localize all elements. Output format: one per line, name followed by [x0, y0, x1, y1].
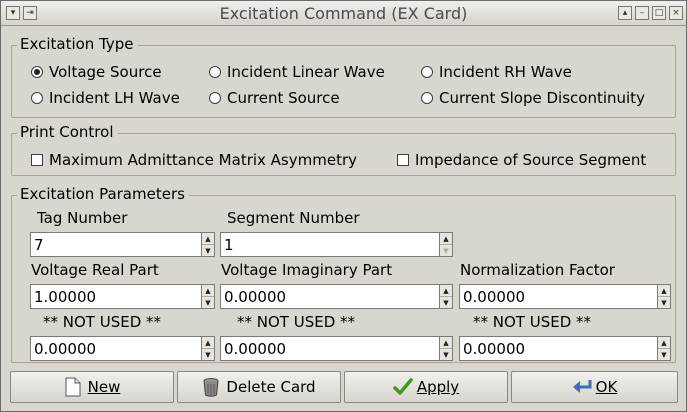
spin-up-icon[interactable]: ▲ — [658, 337, 670, 349]
spin-up-icon[interactable]: ▲ — [202, 233, 214, 245]
spin-up-icon[interactable]: ▲ — [440, 337, 452, 349]
minimize-icon[interactable]: – — [635, 6, 649, 20]
radio-label: Incident LH Wave — [49, 89, 180, 107]
voltage-real-label: Voltage Real Part — [31, 261, 159, 279]
radio-current-slope-discontinuity[interactable]: Current Slope Discontinuity — [421, 89, 645, 107]
spin-up-icon[interactable]: ▲ — [658, 285, 670, 297]
delete-card-label: Delete Card — [226, 378, 316, 396]
radio-label: Current Source — [227, 89, 340, 107]
radio-current-source[interactable]: Current Source — [209, 89, 340, 107]
spin-arrows[interactable]: ▲ ▼ — [201, 232, 215, 257]
maximize-icon[interactable]: □ — [652, 6, 666, 20]
spin-down-icon[interactable]: ▼ — [658, 349, 670, 360]
radio-incident-linear-wave[interactable]: Incident Linear Wave — [209, 63, 385, 81]
spin-down-icon[interactable]: ▼ — [440, 349, 452, 360]
spin-arrows[interactable]: ▲ ▼ — [439, 232, 453, 257]
radio-label: Voltage Source — [49, 63, 162, 81]
unused3-input[interactable] — [459, 336, 657, 361]
spin-arrows[interactable]: ▲ ▼ — [657, 284, 671, 309]
radio-unselected-icon — [421, 66, 433, 78]
radio-unselected-icon — [209, 66, 221, 78]
radio-label: Incident Linear Wave — [227, 63, 385, 81]
excitation-dialog: ▾ ⇥ Excitation Command (EX Card) ▴ – □ ×… — [0, 0, 687, 412]
ok-button-label: OK — [595, 378, 618, 396]
spin-arrows[interactable]: ▲ ▼ — [439, 336, 453, 361]
trash-icon — [202, 377, 220, 397]
checkbox-icon — [31, 154, 43, 166]
print-control-title: Print Control — [17, 123, 118, 141]
shade-icon[interactable]: ▴ — [618, 6, 632, 20]
check-max-admittance-asymmetry[interactable]: Maximum Admittance Matrix Asymmetry — [31, 151, 357, 169]
delete-card-button[interactable]: Delete Card — [177, 371, 341, 403]
spin-arrows[interactable]: ▲ ▼ — [201, 336, 215, 361]
new-button[interactable]: New — [10, 371, 174, 403]
spin-up-icon[interactable]: ▲ — [440, 285, 452, 297]
radio-unselected-icon — [31, 92, 43, 104]
radio-unselected-icon — [421, 92, 433, 104]
radio-unselected-icon — [209, 92, 221, 104]
radio-voltage-source[interactable]: Voltage Source — [31, 63, 162, 81]
normalization-label: Normalization Factor — [460, 261, 615, 279]
checkbox-icon — [397, 154, 409, 166]
voltage-imag-spinbox[interactable]: ▲ ▼ — [220, 284, 453, 309]
normalization-spinbox[interactable]: ▲ ▼ — [459, 284, 671, 309]
voltage-imag-label: Voltage Imaginary Part — [221, 261, 393, 279]
spin-arrows[interactable]: ▲ ▼ — [439, 284, 453, 309]
checkmark-icon — [393, 377, 413, 397]
segment-number-input[interactable] — [220, 232, 439, 257]
unused2-input[interactable] — [220, 336, 439, 361]
spin-down-icon[interactable]: ▼ — [440, 245, 452, 256]
spin-down-icon[interactable]: ▼ — [658, 297, 670, 308]
voltage-imag-input[interactable] — [220, 284, 439, 309]
tag-number-spinbox[interactable]: ▲ ▼ — [30, 232, 215, 257]
voltage-real-spinbox[interactable]: ▲ ▼ — [30, 284, 215, 309]
normalization-input[interactable] — [459, 284, 657, 309]
excitation-type-group: Excitation Type — [11, 35, 676, 118]
unused2-label: ** NOT USED ** — [237, 313, 356, 331]
segment-number-spinbox[interactable]: ▲ ▼ — [220, 232, 453, 257]
return-arrow-icon — [572, 377, 592, 397]
checkbox-label: Maximum Admittance Matrix Asymmetry — [49, 151, 358, 169]
unused1-label: ** NOT USED ** — [43, 313, 162, 331]
ok-button[interactable]: OK — [511, 371, 678, 403]
tag-number-label: Tag Number — [37, 209, 128, 227]
apply-button-label: Apply — [416, 378, 460, 396]
check-impedance-source-segment[interactable]: Impedance of Source Segment — [397, 151, 646, 169]
spin-down-icon[interactable]: ▼ — [202, 245, 214, 256]
radio-selected-icon — [31, 66, 43, 78]
new-document-icon — [64, 377, 82, 397]
spin-arrows[interactable]: ▲ ▼ — [657, 336, 671, 361]
spin-down-icon[interactable]: ▼ — [202, 297, 214, 308]
title-bar[interactable]: ▾ ⇥ Excitation Command (EX Card) ▴ – □ × — [1, 1, 686, 26]
spin-down-icon[interactable]: ▼ — [202, 349, 214, 360]
radio-label: Incident RH Wave — [439, 63, 572, 81]
window-title: Excitation Command (EX Card) — [219, 4, 468, 23]
spin-up-icon[interactable]: ▲ — [202, 337, 214, 349]
unused1-spinbox[interactable]: ▲ ▼ — [30, 336, 215, 361]
close-icon[interactable]: × — [669, 6, 683, 20]
unused1-input[interactable] — [30, 336, 201, 361]
unused2-spinbox[interactable]: ▲ ▼ — [220, 336, 453, 361]
radio-label: Current Slope Discontinuity — [439, 89, 645, 107]
radio-incident-rh-wave[interactable]: Incident RH Wave — [421, 63, 572, 81]
spin-arrows[interactable]: ▲ ▼ — [201, 284, 215, 309]
apply-button[interactable]: Apply — [344, 371, 508, 403]
spin-down-icon[interactable]: ▼ — [440, 297, 452, 308]
spin-up-icon[interactable]: ▲ — [440, 233, 452, 245]
radio-incident-lh-wave[interactable]: Incident LH Wave — [31, 89, 180, 107]
voltage-real-input[interactable] — [30, 284, 201, 309]
unused3-spinbox[interactable]: ▲ ▼ — [459, 336, 671, 361]
excitation-parameters-title: Excitation Parameters — [17, 185, 189, 203]
new-button-label: New — [87, 378, 121, 396]
excitation-type-title: Excitation Type — [17, 35, 138, 53]
spin-up-icon[interactable]: ▲ — [202, 285, 214, 297]
segment-number-label: Segment Number — [227, 209, 360, 227]
checkbox-label: Impedance of Source Segment — [415, 151, 647, 169]
unused3-label: ** NOT USED ** — [473, 313, 592, 331]
tag-number-input[interactable] — [30, 232, 201, 257]
